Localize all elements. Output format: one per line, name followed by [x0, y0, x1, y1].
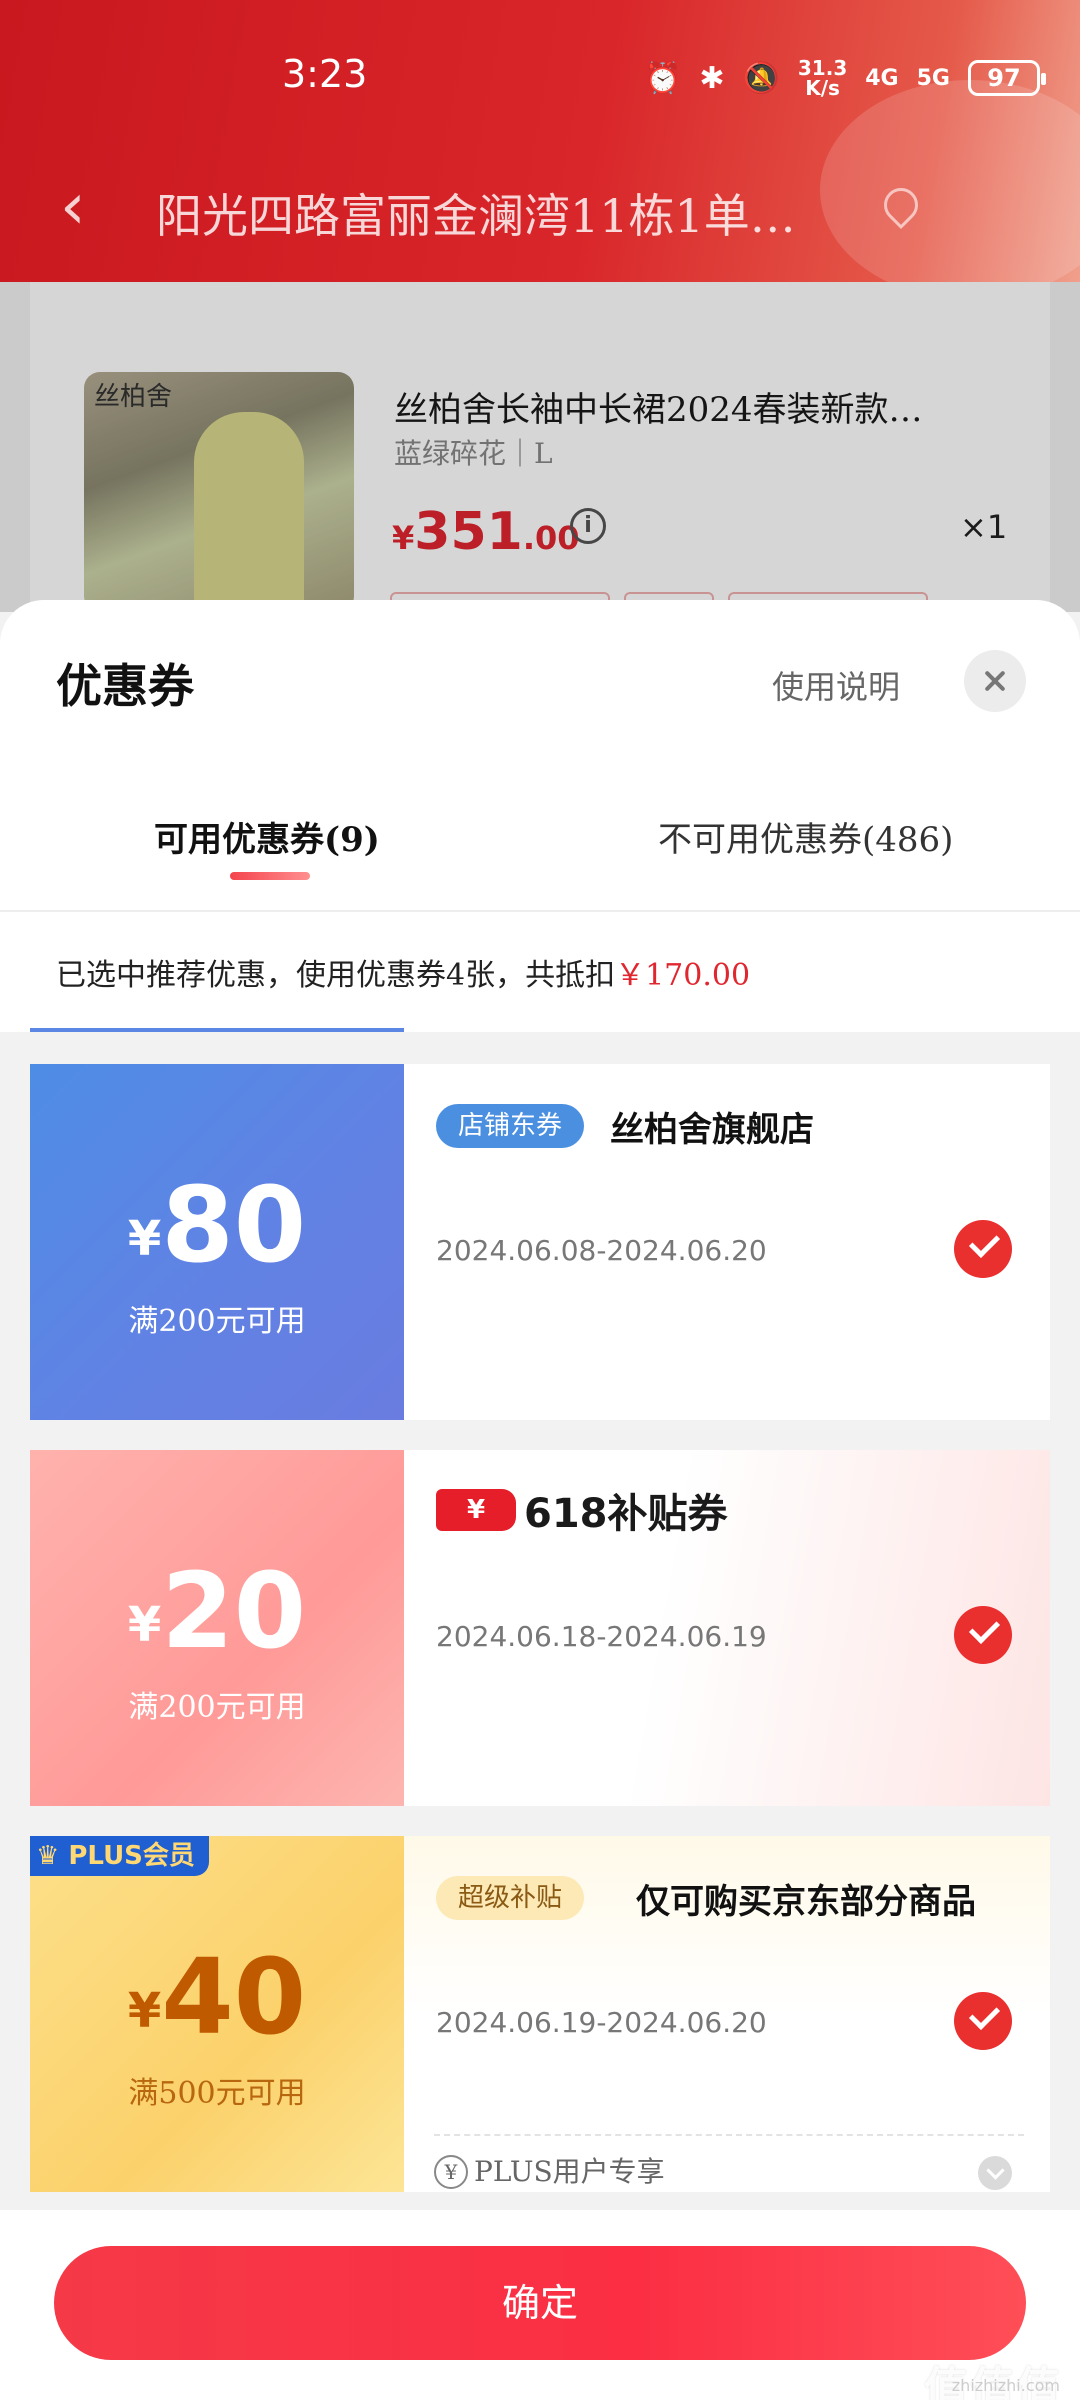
- yen-tag-icon: ¥: [436, 1489, 516, 1531]
- coupon-value-panel: ♛ PLUS会员 ¥40 满500元可用: [30, 1836, 404, 2192]
- plus-note: ¥ PLUS用户专享: [434, 2150, 665, 2190]
- selection-summary: 已选中推荐优惠，使用优惠券4张，共抵扣￥170.00: [56, 950, 750, 994]
- confirm-button[interactable]: 确定: [54, 2246, 1026, 2360]
- sheet-title: 优惠券: [56, 659, 194, 713]
- coupon-currency: ¥: [127, 1597, 162, 1653]
- coupon-name: 丝柏舍旗舰店: [610, 1110, 814, 1150]
- check-icon[interactable]: [954, 1220, 1012, 1278]
- coupon-card[interactable]: ♛ PLUS会员 ¥40 满500元可用 超级补贴 仅可购买京东部分商品 202…: [30, 1836, 1050, 2192]
- coupon-amount-value: 80: [161, 1164, 307, 1286]
- coupon-condition: 满200元可用: [128, 1304, 306, 1339]
- coupon-value-panel: ¥20 满200元可用: [30, 1450, 404, 1806]
- coupon-name: 仅可购买京东部分商品: [636, 1882, 976, 1922]
- coupon-date: 2024.06.08-2024.06.20: [436, 1234, 767, 1267]
- footer: 确定: [0, 2210, 1080, 2400]
- bluetooth-icon: ✱: [699, 60, 725, 96]
- summary-amount: ￥170.00: [615, 958, 751, 993]
- tab-available-coupons[interactable]: 可用优惠券(9): [154, 812, 380, 861]
- battery-icon: 97: [968, 60, 1046, 96]
- coupon-condition: 满200元可用: [128, 1690, 306, 1725]
- coupon-type-badge: 店铺东券: [436, 1104, 585, 1148]
- subsidy-coupon-logo: ¥ 618补贴券: [436, 1484, 728, 1537]
- coupon-amount-value: 20: [161, 1550, 307, 1672]
- check-icon[interactable]: [954, 1992, 1012, 2050]
- status-time: 3:23: [282, 52, 368, 96]
- coupon-currency: ¥: [127, 1983, 162, 2039]
- coupon-amount-value: 40: [161, 1936, 307, 2058]
- usage-instructions-link[interactable]: 使用说明: [772, 662, 900, 708]
- coupon-value-panel: ¥80 满200元可用: [30, 1064, 404, 1420]
- plus-member-badge: ♛ PLUS会员: [30, 1836, 209, 1876]
- delivery-address[interactable]: 阳光四路富丽金澜湾11栋1单…: [156, 180, 856, 246]
- coupon-date: 2024.06.18-2024.06.19: [436, 1620, 767, 1653]
- crown-icon: ♛: [36, 1841, 60, 1871]
- coupon-card[interactable]: ¥80 满200元可用 店铺东券 丝柏舍旗舰店 2024.06.08-2024.…: [30, 1064, 1050, 1420]
- active-tab-indicator: [230, 872, 310, 880]
- top-header: 3:23 ⏰ ✱ 🔕 31.3 K/s 4G 5G 97 ‹ 阳光四路富丽金澜湾…: [0, 0, 1080, 282]
- sheet-header: 优惠券 使用说明 可用优惠券(9) 不可用优惠券(486) 已选中推荐优惠，使用…: [0, 600, 1080, 1032]
- tab-unavailable-coupons[interactable]: 不可用优惠券(486): [658, 812, 953, 861]
- coupon-detail-panel: ¥ 618补贴券 2024.06.18-2024.06.19: [404, 1450, 1050, 1806]
- signal-4g: 4G: [865, 65, 899, 91]
- coupon-type-badge: 超级补贴: [436, 1876, 585, 1920]
- status-bar: 3:23 ⏰ ✱ 🔕 31.3 K/s 4G 5G 97: [0, 0, 1080, 160]
- coupon-divider: [434, 2134, 1024, 2136]
- chevron-down-icon[interactable]: [978, 2156, 1012, 2190]
- coupon-amount: ¥80: [30, 1164, 404, 1286]
- coupon-currency: ¥: [127, 1211, 162, 1267]
- alarm-icon: ⏰: [644, 60, 682, 96]
- mute-icon: 🔕: [742, 60, 780, 96]
- signal-5g: 5G: [916, 65, 950, 91]
- status-icons: ⏰ ✱ 🔕 31.3 K/s 4G 5G 97: [644, 58, 1046, 98]
- back-arrow-icon[interactable]: ‹: [60, 175, 86, 239]
- location-pin-icon: [876, 180, 926, 230]
- yen-circle-icon: ¥: [434, 2155, 468, 2189]
- previous-coupon-edge: [30, 1028, 404, 1032]
- coupon-card[interactable]: ¥20 满200元可用 ¥ 618补贴券 2024.06.18-2024.06.…: [30, 1450, 1050, 1806]
- coupon-condition: 满500元可用: [128, 2076, 306, 2111]
- coupon-sheet: 优惠券 使用说明 可用优惠券(9) 不可用优惠券(486) 已选中推荐优惠，使用…: [0, 600, 1080, 2400]
- watermark-url: zhizhizhi.com: [951, 2376, 1060, 2395]
- net-speed-unit: K/s: [805, 76, 840, 100]
- summary-text: 已选中推荐优惠，使用优惠券4张，共抵扣: [56, 958, 616, 993]
- plus-note-text: PLUS用户专享: [474, 2155, 665, 2188]
- check-icon[interactable]: [954, 1606, 1012, 1664]
- close-icon[interactable]: [964, 650, 1026, 712]
- coupon-detail-panel: 超级补贴 仅可购买京东部分商品 2024.06.19-2024.06.20 ¥ P…: [404, 1836, 1050, 2192]
- plus-member-label: PLUS会员: [68, 1841, 195, 1871]
- nav-row: ‹ 阳光四路富丽金澜湾11栋1单…: [0, 160, 1080, 260]
- coupon-date: 2024.06.19-2024.06.20: [436, 2006, 767, 2039]
- coupon-detail-panel: 店铺东券 丝柏舍旗舰店 2024.06.08-2024.06.20: [404, 1064, 1050, 1420]
- modal-overlay[interactable]: [0, 282, 1080, 612]
- coupon-name: 618补贴券: [524, 1491, 728, 1537]
- coupon-amount: ¥40: [30, 1936, 404, 2058]
- network-speed: 31.3 K/s: [798, 58, 847, 98]
- tab-divider: [0, 910, 1080, 912]
- coupon-amount: ¥20: [30, 1550, 404, 1672]
